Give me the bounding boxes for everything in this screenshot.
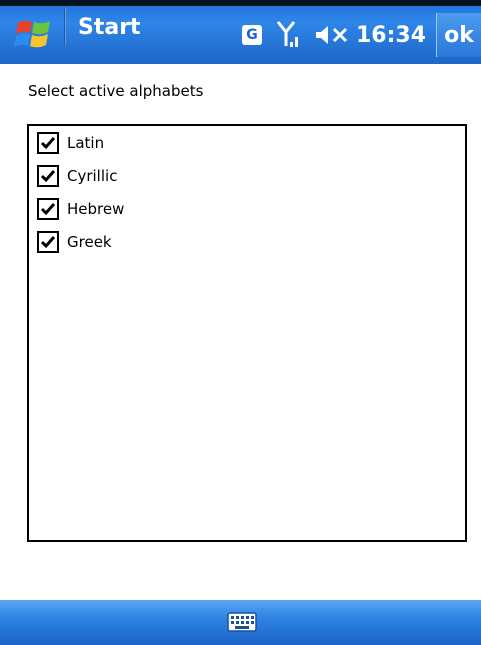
list-item-label: Hebrew (67, 199, 125, 218)
start-label[interactable]: Start (78, 10, 141, 46)
bottom-bar (0, 600, 481, 645)
checkmark-icon (40, 169, 56, 182)
checkmark-icon (40, 235, 56, 248)
checkmark-icon (40, 202, 56, 215)
list-item-hebrew[interactable]: Hebrew (29, 192, 465, 225)
list-item-label: Greek (67, 232, 112, 251)
list-item-label: Cyrillic (67, 166, 118, 185)
speaker-muted-icon[interactable] (314, 23, 350, 47)
clock-time[interactable]: 16:34 (356, 23, 426, 48)
list-item-cyrillic[interactable]: Cyrillic (29, 159, 465, 192)
list-item-latin[interactable]: Latin (29, 126, 465, 159)
checkbox-latin[interactable] (37, 131, 59, 154)
list-item-greek[interactable]: Greek (29, 225, 465, 258)
checkbox-cyrillic[interactable] (37, 164, 59, 187)
signal-icon[interactable] (276, 20, 302, 50)
windows-flag-icon (14, 20, 50, 48)
alphabet-list[interactable]: Latin Cyrillic Hebrew Greek (27, 124, 467, 542)
g-status-icon[interactable]: G (241, 25, 262, 45)
system-tray: G 16:34 ok (241, 8, 481, 62)
screen: Start G 16:34 ok Select active alphabets… (0, 0, 481, 645)
title-bar: Start G 16:34 ok (0, 0, 481, 64)
checkmark-icon (40, 136, 56, 149)
checkbox-hebrew[interactable] (37, 197, 59, 220)
keyboard-icon[interactable] (227, 611, 257, 633)
ok-button[interactable]: ok (436, 13, 481, 57)
instruction-label: Select active alphabets (28, 82, 204, 100)
checkbox-greek[interactable] (37, 230, 59, 253)
start-separator (64, 8, 66, 46)
list-item-label: Latin (67, 133, 105, 152)
